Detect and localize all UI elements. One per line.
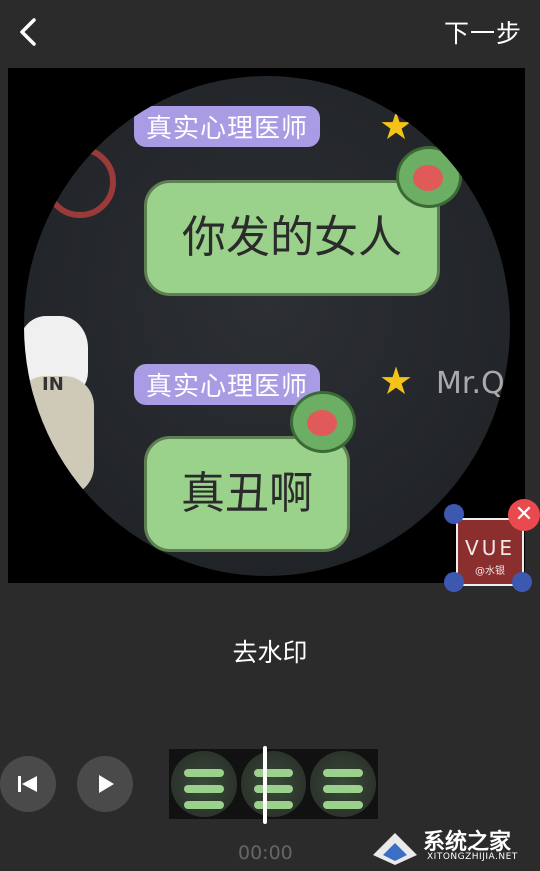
watermark-subtitle: @水银 [475,566,505,577]
watermark-title: VUE [465,536,515,560]
chat-bubble: 真丑啊 [144,436,350,552]
play-icon [99,775,114,793]
resize-handle[interactable] [444,572,464,592]
site-logo-url: XITONGZHIJIA.NET [427,852,518,862]
star-icon: ★ [379,104,414,148]
play-button[interactable] [77,756,133,812]
star-icon: ★ [379,359,414,403]
next-step-button[interactable]: 下一步 [444,14,522,50]
delete-watermark-button[interactable]: ✕ [508,499,540,531]
remove-watermark-button[interactable]: 去水印 [0,633,540,669]
resize-handle[interactable] [512,572,532,592]
side-text: Mr.Qu [436,366,510,401]
previous-button[interactable] [0,756,56,812]
close-icon: ✕ [514,502,534,527]
chevron-left-icon [20,18,36,46]
timeline-frame [310,751,377,817]
sender-label: 真实心理医师 [134,106,321,147]
timeline-frame [171,751,237,817]
bubble-text: 你发的女人 [182,212,402,263]
back-button[interactable] [10,12,50,52]
resize-handle[interactable] [444,504,464,524]
bubble-text: 真丑啊 [181,468,313,519]
sender-label: 真实心理医师 [134,364,321,405]
timeline-thumbnails[interactable] [169,749,378,819]
chat-bubble: 你发的女人 [144,180,440,296]
preview-image: IN 真实心理医师 ★ 你发的女人 真实心理医师 ★ Mr.Qu 真丑啊 [24,76,510,576]
timeline-cursor[interactable] [263,746,267,824]
frog-icon [290,391,356,453]
red-swirl [44,146,116,218]
frog-icon [396,146,462,208]
badge-text: IN [42,374,64,395]
skip-previous-icon [18,776,37,792]
timeline-frame [240,751,307,817]
time-display: 00:00 [238,842,293,864]
